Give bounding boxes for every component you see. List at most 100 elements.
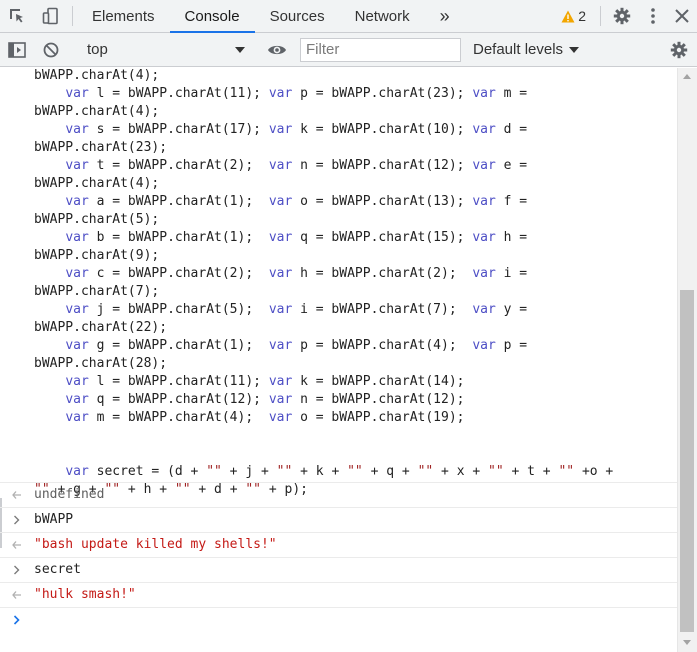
settings-gear-icon[interactable]	[605, 0, 639, 32]
console-result-row: "bash update killed my shells!"	[0, 532, 677, 556]
code-line: var m = bWAPP.charAt(4); var o = bWAPP.c…	[34, 409, 613, 427]
filter-placeholder: Filter	[306, 41, 340, 58]
code-line: var g = bWAPP.charAt(1); var p = bWAPP.c…	[34, 337, 613, 355]
log-levels-dropdown[interactable]: Default levels	[473, 41, 580, 58]
code-line: bWAPP.charAt(28);	[34, 355, 613, 373]
toolbar-divider	[600, 6, 601, 26]
code-token: c = bWAPP.charAt(2);	[88, 266, 269, 281]
prompt-chevron-icon	[0, 614, 34, 625]
dropdown-arrow-icon	[235, 46, 245, 53]
code-keyword: var	[65, 410, 89, 425]
code-keyword: var	[268, 194, 293, 209]
input-text: secret	[34, 562, 81, 577]
code-token: g = bWAPP.charAt(1);	[88, 338, 269, 353]
code-token: + x +	[433, 464, 489, 479]
result-arrow-icon	[0, 490, 34, 499]
console-settings-gear-icon[interactable]	[661, 41, 697, 59]
inspect-element-icon[interactable]	[0, 0, 34, 32]
code-token: + j +	[221, 464, 277, 479]
input-chevron-icon	[0, 515, 34, 525]
code-line: bWAPP.charAt(4);	[34, 175, 613, 193]
warning-count: 2	[578, 8, 586, 24]
code-line: bWAPP.charAt(7);	[34, 283, 613, 301]
code-token: bWAPP.charAt(4);	[34, 68, 160, 83]
console-output[interactable]: bWAPP.charAt(4); var l = bWAPP.charAt(11…	[0, 68, 677, 652]
code-keyword: var	[268, 266, 293, 281]
log-levels-label: Default levels	[473, 41, 564, 58]
code-token: + k +	[292, 464, 348, 479]
tab-console[interactable]: Console	[169, 0, 255, 33]
code-token: bWAPP.charAt(7);	[34, 284, 160, 299]
code-token: bWAPP.charAt(28);	[34, 356, 168, 371]
code-token: t = bWAPP.charAt(2);	[88, 158, 269, 173]
scroll-down-arrow-icon[interactable]	[683, 640, 691, 645]
code-token: n = bWAPP.charAt(12);	[292, 158, 473, 173]
code-token: p = bWAPP.charAt(4);	[292, 338, 473, 353]
code-keyword: var	[268, 122, 293, 137]
code-keyword: var	[65, 338, 89, 353]
code-keyword: var	[65, 392, 89, 407]
input-chevron-icon	[0, 565, 34, 575]
code-token: e =	[495, 158, 528, 173]
code-token: q = bWAPP.charAt(15);	[292, 230, 473, 245]
scrollbar-thumb[interactable]	[680, 290, 694, 632]
code-token: h = bWAPP.charAt(2);	[292, 266, 473, 281]
warning-icon	[561, 10, 575, 22]
tab-elements[interactable]: Elements	[77, 0, 170, 32]
code-keyword: var	[65, 230, 89, 245]
kebab-menu-icon[interactable]	[639, 0, 667, 32]
code-token: +o +	[574, 464, 614, 479]
clear-console-icon[interactable]	[34, 42, 68, 58]
result-text: undefined	[34, 487, 105, 502]
tab-network[interactable]: Network	[340, 0, 425, 32]
code-keyword: var	[268, 374, 293, 389]
code-token: k = bWAPP.charAt(10);	[292, 122, 473, 137]
filter-input[interactable]: Filter	[300, 37, 461, 62]
more-tabs-button[interactable]: »	[425, 0, 465, 32]
code-token: b = bWAPP.charAt(1);	[88, 230, 269, 245]
code-keyword: var	[65, 86, 89, 101]
code-token: o = bWAPP.charAt(19);	[292, 410, 465, 425]
scroll-up-arrow-icon[interactable]	[683, 74, 691, 79]
console-scrollbar[interactable]	[677, 68, 697, 652]
code-token: bWAPP.charAt(4);	[34, 104, 160, 119]
result-arrow-icon	[0, 590, 34, 599]
context-select[interactable]: top	[83, 38, 251, 62]
code-line: var l = bWAPP.charAt(11); var p = bWAPP.…	[34, 85, 613, 103]
device-toolbar-icon[interactable]	[34, 0, 68, 32]
code-string: ""	[558, 464, 575, 479]
code-line: var j = bWAPP.charAt(5); var i = bWAPP.c…	[34, 301, 613, 319]
code-keyword: var	[65, 194, 89, 209]
dropdown-arrow-icon	[569, 46, 580, 53]
tab-sources[interactable]: Sources	[255, 0, 340, 32]
code-line: var s = bWAPP.charAt(17); var k = bWAPP.…	[34, 121, 613, 139]
code-line: var b = bWAPP.charAt(1); var q = bWAPP.c…	[34, 229, 613, 247]
warnings-counter[interactable]: 2	[551, 0, 596, 32]
code-token: j = bWAPP.charAt(5);	[88, 302, 269, 317]
code-token: d =	[495, 122, 528, 137]
show-sidebar-icon[interactable]	[0, 41, 34, 58]
code-token: bWAPP.charAt(4);	[34, 176, 160, 191]
code-keyword: var	[65, 374, 89, 389]
code-string: ""	[276, 464, 293, 479]
live-expression-eye-icon[interactable]	[260, 43, 294, 57]
code-token: m =	[495, 86, 528, 101]
code-keyword: var	[268, 392, 293, 407]
code-token: bWAPP.charAt(23);	[34, 140, 168, 155]
code-token: m = bWAPP.charAt(4);	[88, 410, 269, 425]
code-token: h =	[495, 230, 528, 245]
code-line: bWAPP.charAt(22);	[34, 319, 613, 337]
console-result-row: undefined	[0, 482, 677, 506]
code-token: s = bWAPP.charAt(17);	[88, 122, 269, 137]
console-prompt-input[interactable]	[0, 607, 677, 631]
code-keyword: var	[472, 194, 496, 209]
code-string: ""	[417, 464, 434, 479]
code-line: var t = bWAPP.charAt(2); var n = bWAPP.c…	[34, 157, 613, 175]
code-keyword: var	[268, 230, 293, 245]
console-input-row: bWAPP	[0, 507, 677, 531]
code-keyword: var	[65, 302, 89, 317]
close-icon[interactable]	[667, 0, 697, 32]
